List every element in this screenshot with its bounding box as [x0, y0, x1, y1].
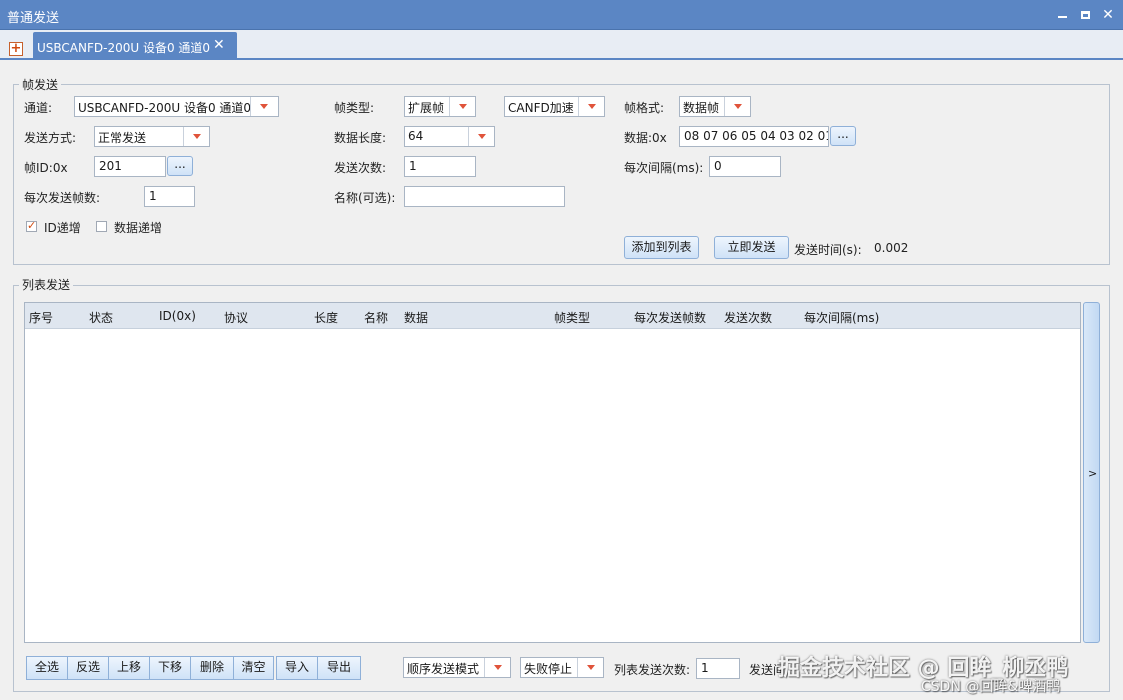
send-order-mode-select[interactable]: 顺序发送模式 — [403, 657, 511, 678]
watermark-csdn: CSDN @回眸&啤酒鸭 — [921, 679, 1061, 695]
frame-send-legend: 帧发送 — [19, 76, 62, 93]
send-count-label: 发送次数: — [334, 161, 387, 175]
window-title: 普通发送 — [7, 11, 60, 26]
col-status[interactable]: 状态 — [89, 309, 113, 326]
frame-type-label: 帧类型: — [334, 101, 375, 115]
frame-id-input[interactable]: 201 — [94, 156, 166, 177]
data-increment-checkbox[interactable] — [96, 221, 107, 232]
name-label: 名称(可选): — [334, 191, 396, 205]
send-mode-value: 正常发送 — [98, 131, 147, 145]
list-send-count-input[interactable]: 1 — [696, 658, 740, 679]
fail-action-select[interactable]: 失败停止 — [520, 657, 604, 678]
data-length-select[interactable]: 64 — [404, 126, 495, 147]
send-list-table[interactable]: 序号 状态 ID(0x) 协议 长度 名称 数据 帧类型 每次发送帧数 发送次数… — [24, 302, 1081, 643]
minimize-icon[interactable] — [1053, 6, 1071, 24]
col-length[interactable]: 长度 — [314, 309, 338, 326]
data-increment-label: 数据递增 — [114, 221, 163, 235]
chevron-down-icon — [578, 97, 604, 116]
col-data[interactable]: 数据 — [404, 309, 428, 326]
col-frames-per-send[interactable]: 每次发送帧数 — [634, 309, 706, 326]
col-frame-type[interactable]: 帧类型 — [554, 309, 590, 326]
data-length-label: 数据长度: — [334, 131, 387, 145]
clear-button[interactable]: 清空 — [233, 656, 274, 680]
export-button[interactable]: 导出 — [317, 656, 361, 680]
list-send-count-label: 列表发送次数: — [614, 663, 691, 677]
channel-value: USBCANFD-200U 设备0 通道0 — [78, 101, 252, 115]
move-down-button[interactable]: 下移 — [149, 656, 191, 680]
chevron-down-icon — [484, 658, 510, 677]
tab-close-icon[interactable]: ✕ — [213, 37, 225, 53]
chevron-down-icon — [449, 97, 475, 116]
data-input[interactable]: 08 07 06 05 04 03 02 01 — [679, 126, 829, 147]
send-mode-label: 发送方式: — [24, 131, 77, 145]
col-id[interactable]: ID(0x) — [159, 309, 196, 323]
maximize-icon[interactable] — [1076, 6, 1094, 24]
frame-id-label: 帧ID:0x — [24, 161, 68, 175]
list-send-legend: 列表发送 — [19, 276, 74, 293]
col-name[interactable]: 名称 — [364, 309, 388, 326]
import-button[interactable]: 导入 — [276, 656, 318, 680]
channel-select[interactable]: USBCANFD-200U 设备0 通道0 — [74, 96, 279, 117]
frame-format-value: 数据帧 — [683, 101, 720, 115]
send-count-input[interactable]: 1 — [404, 156, 476, 177]
chevron-down-icon — [577, 658, 603, 677]
frame-format-select[interactable]: 数据帧 — [679, 96, 751, 117]
add-tab-icon[interactable]: + — [9, 42, 23, 56]
send-now-button[interactable]: 立即发送 — [714, 236, 789, 259]
fail-action-value: 失败停止 — [524, 662, 573, 676]
frames-per-send-label: 每次发送帧数: — [24, 191, 101, 205]
invert-selection-button[interactable]: 反选 — [67, 656, 109, 680]
protocol-select[interactable]: CANFD加速 — [504, 96, 605, 117]
col-index[interactable]: 序号 — [29, 309, 53, 326]
frame-id-edit-button[interactable]: ... — [167, 156, 193, 176]
send-mode-select[interactable]: 正常发送 — [94, 126, 210, 147]
close-icon[interactable]: ✕ — [1099, 6, 1117, 24]
col-send-count[interactable]: 发送次数 — [724, 309, 772, 326]
tab-bar: + USBCANFD-200U 设备0 通道0 ✕ — [0, 30, 1123, 60]
col-protocol[interactable]: 协议 — [224, 309, 248, 326]
interval-label: 每次间隔(ms): — [624, 161, 704, 175]
protocol-value: CANFD加速 — [508, 101, 574, 115]
window-titlebar: 普通发送 ✕ — [0, 0, 1123, 30]
expand-panel-button[interactable]: > — [1083, 302, 1100, 643]
tab-label: USBCANFD-200U 设备0 通道0 — [37, 41, 211, 55]
data-label: 数据:0x — [624, 131, 667, 145]
send-order-mode-value: 顺序发送模式 — [407, 662, 480, 676]
chevron-down-icon — [468, 127, 494, 146]
frames-per-send-input[interactable]: 1 — [144, 186, 195, 207]
id-increment-label: ID递增 — [44, 221, 81, 235]
chevron-down-icon — [724, 97, 750, 116]
col-interval[interactable]: 每次间隔(ms) — [804, 309, 879, 326]
frame-type-value: 扩展帧 — [408, 101, 445, 115]
select-all-button[interactable]: 全选 — [26, 656, 68, 680]
chevron-down-icon — [183, 127, 209, 146]
delete-button[interactable]: 删除 — [190, 656, 234, 680]
interval-input[interactable]: 0 — [709, 156, 781, 177]
send-time-value: 0.002 — [874, 241, 909, 255]
add-to-list-button[interactable]: 添加到列表 — [624, 236, 699, 259]
frame-format-label: 帧格式: — [624, 101, 665, 115]
channel-label: 通道: — [24, 101, 53, 115]
chevron-down-icon — [250, 97, 278, 116]
frame-type-select[interactable]: 扩展帧 — [404, 96, 476, 117]
data-length-value: 64 — [408, 129, 424, 143]
name-input[interactable] — [404, 186, 565, 207]
move-up-button[interactable]: 上移 — [108, 656, 150, 680]
send-time-label: 发送时间(s): — [794, 243, 862, 257]
table-header: 序号 状态 ID(0x) 协议 长度 名称 数据 帧类型 每次发送帧数 发送次数… — [25, 303, 1080, 329]
id-increment-checkbox[interactable] — [26, 219, 37, 232]
tab-channel[interactable]: USBCANFD-200U 设备0 通道0 ✕ — [33, 32, 237, 60]
data-edit-button[interactable]: ... — [830, 126, 856, 146]
chevron-right-icon: > — [1088, 467, 1098, 480]
